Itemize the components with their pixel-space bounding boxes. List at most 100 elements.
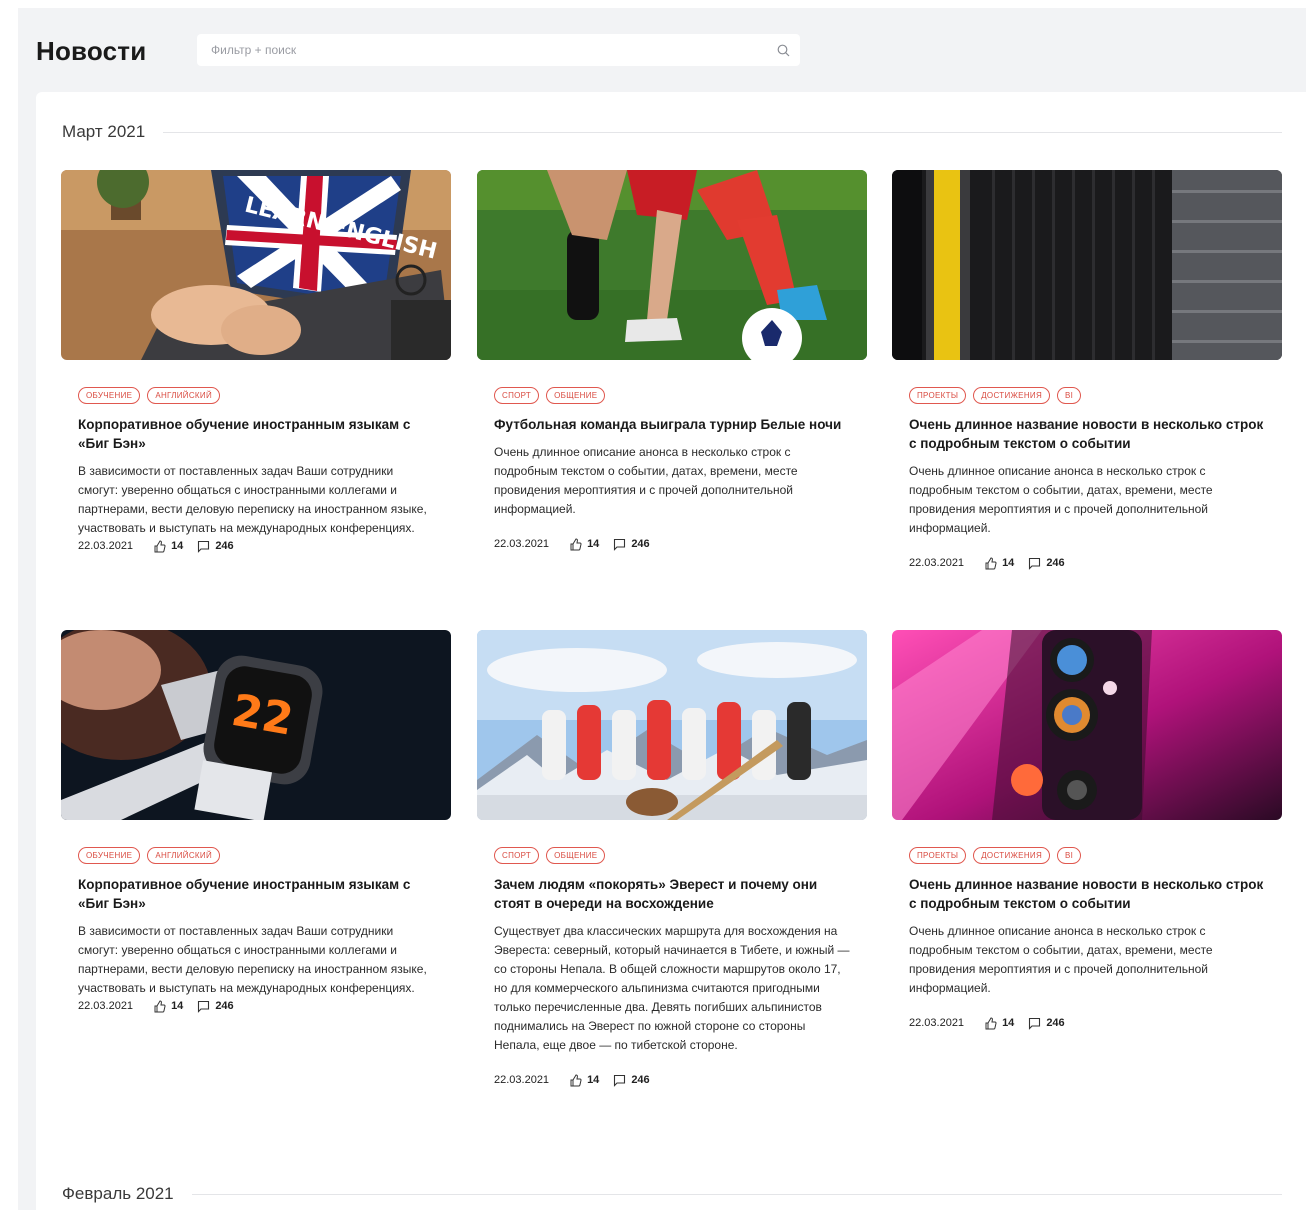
tag-list: спорт общение (494, 847, 850, 866)
comment-icon (1029, 557, 1041, 570)
like-button[interactable]: 14 (569, 1073, 600, 1087)
news-title[interactable]: Корпоративное обучение иностранным языка… (78, 415, 434, 453)
comments-button[interactable]: 246 (197, 540, 234, 553)
like-count: 14 (171, 1000, 184, 1012)
tag[interactable]: спорт (494, 847, 540, 864)
news-description: В зависимости от поставленных задач Ваши… (78, 924, 427, 995)
like-button[interactable]: 14 (984, 1016, 1015, 1030)
comment-icon (198, 540, 210, 553)
news-meta: 22.03.2021 14 246 (78, 998, 434, 1014)
search-input[interactable] (197, 34, 766, 66)
tag[interactable]: спорт (494, 387, 540, 404)
news-description: В зависимости от поставленных задач Ваши… (78, 464, 427, 535)
page-title: Новости (36, 36, 147, 66)
news-description: Существует два классических маршрута для… (494, 924, 850, 1052)
comments-button[interactable]: 246 (1028, 557, 1065, 570)
like-count: 14 (1002, 557, 1015, 569)
news-meta: 22.03.2021 14 246 (494, 536, 850, 552)
like-count: 14 (587, 1074, 600, 1086)
news-description: Очень длинное описание анонса в нескольк… (909, 464, 1213, 535)
svg-text:22: 22 (228, 685, 297, 746)
news-date: 22.03.2021 (909, 1017, 965, 1029)
month-divider: Февраль 2021 (62, 1184, 1282, 1204)
news-card[interactable]: LEARN ENGLISH обучение английский Корпор… (61, 170, 451, 554)
tag[interactable]: английский (147, 847, 220, 864)
tag-list: проекты достижения BI (909, 387, 1265, 406)
comment-icon (1029, 1017, 1041, 1030)
news-meta: 22.03.2021 14 246 (909, 555, 1265, 571)
news-description: Очень длинное описание анонса в нескольк… (909, 924, 1213, 995)
tag-list: обучение английский (78, 387, 434, 406)
comments-button[interactable]: 246 (197, 1000, 234, 1013)
comment-count: 246 (631, 1074, 650, 1086)
comment-count: 246 (631, 538, 650, 550)
tag[interactable]: проекты (909, 387, 967, 404)
tag[interactable]: обучение (78, 847, 141, 864)
like-icon (985, 556, 997, 569)
search-box[interactable] (197, 34, 800, 66)
tag-list: спорт общение (494, 387, 850, 406)
news-card[interactable]: проекты достижения BI Очень длинное назв… (892, 170, 1282, 571)
like-count: 14 (587, 538, 600, 550)
like-icon (154, 539, 166, 552)
news-date: 22.03.2021 (494, 538, 550, 550)
comments-button[interactable]: 246 (613, 1074, 650, 1087)
tag[interactable]: общение (546, 387, 606, 404)
comment-count: 246 (1046, 1017, 1065, 1029)
news-title[interactable]: Зачем людям «покорять» Эверест и почему … (494, 875, 850, 913)
comment-icon (614, 538, 626, 551)
tag[interactable]: достижения (973, 387, 1051, 404)
news-image[interactable] (892, 170, 1282, 360)
news-date: 22.03.2021 (494, 1074, 550, 1086)
like-button[interactable]: 14 (569, 537, 600, 551)
like-button[interactable]: 14 (153, 999, 184, 1013)
like-count: 14 (171, 540, 184, 552)
news-card[interactable]: проекты достижения BI Очень длинное назв… (892, 630, 1282, 1031)
news-title[interactable]: Очень длинное название новости в несколь… (909, 875, 1265, 913)
news-card[interactable]: 22 обучение английский Корпоративное обу… (61, 630, 451, 1014)
news-title[interactable]: Очень длинное название новости в несколь… (909, 415, 1265, 453)
news-image[interactable]: 22 (61, 630, 451, 820)
comment-count: 246 (1046, 557, 1065, 569)
tag[interactable]: общение (546, 847, 606, 864)
news-image[interactable]: LEARN ENGLISH (61, 170, 451, 360)
news-date: 22.03.2021 (78, 1000, 134, 1012)
news-card[interactable]: спорт общение Зачем людям «покорять» Эве… (477, 630, 867, 1088)
news-card[interactable]: спорт общение Футбольная команда выиграл… (477, 170, 867, 552)
tag[interactable]: BI (1057, 387, 1082, 404)
comment-count: 246 (215, 540, 234, 552)
news-title[interactable]: Футбольная команда выиграла турнир Белые… (494, 415, 850, 434)
tag[interactable]: достижения (973, 847, 1051, 864)
like-icon (570, 1073, 582, 1086)
divider-line (191, 1193, 1282, 1195)
comments-button[interactable]: 246 (613, 538, 650, 551)
like-button[interactable]: 14 (984, 556, 1015, 570)
news-title[interactable]: Корпоративное обучение иностранным языка… (78, 875, 434, 913)
like-icon (570, 537, 582, 550)
comments-button[interactable]: 246 (1028, 1017, 1065, 1030)
tag[interactable]: обучение (78, 387, 141, 404)
tag-list: проекты достижения BI (909, 847, 1265, 866)
comment-icon (614, 1074, 626, 1087)
news-date: 22.03.2021 (909, 557, 965, 569)
news-meta: 22.03.2021 14 246 (78, 538, 434, 554)
comment-count: 246 (215, 1000, 234, 1012)
page-header: Новости (36, 32, 800, 72)
search-icon[interactable] (766, 34, 800, 66)
like-icon (985, 1016, 997, 1029)
tag[interactable]: проекты (909, 847, 967, 864)
tag[interactable]: английский (147, 387, 220, 404)
tag[interactable]: BI (1057, 847, 1082, 864)
month-label: Март 2021 (62, 122, 146, 141)
news-image[interactable] (892, 630, 1282, 820)
news-image[interactable] (477, 170, 867, 360)
news-description: Очень длинное описание анонса в нескольк… (494, 445, 798, 516)
comment-icon (198, 1000, 210, 1013)
like-count: 14 (1002, 1017, 1015, 1029)
like-button[interactable]: 14 (153, 539, 184, 553)
news-image[interactable] (477, 630, 867, 820)
divider-line (163, 131, 1282, 133)
like-icon (154, 999, 166, 1012)
month-divider: Март 2021 (62, 122, 1282, 142)
news-feed: Март 2021 LEARN ENGLISH ОБУЧЕНИЕ АНГЛИЙС… (36, 92, 1306, 1210)
